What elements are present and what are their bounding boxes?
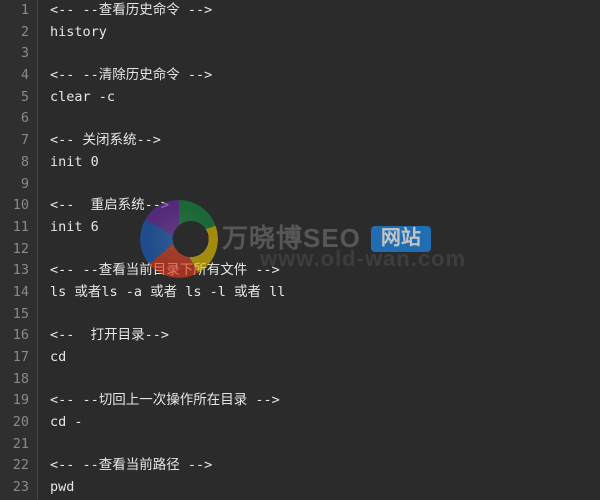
code-line[interactable]: <-- --切回上一次操作所在目录 --> [50, 390, 600, 412]
code-area[interactable]: <-- --查看历史命令 -->history<-- --清除历史命令 -->c… [38, 0, 600, 500]
code-line[interactable] [50, 239, 600, 261]
line-number: 3 [0, 43, 29, 65]
code-line[interactable]: clear -c [50, 87, 600, 109]
line-number-gutter: 1234567891011121314151617181920212223 [0, 0, 38, 500]
code-line[interactable]: <-- --查看当前路径 --> [50, 455, 600, 477]
line-number: 5 [0, 87, 29, 109]
line-number: 17 [0, 347, 29, 369]
line-number: 14 [0, 282, 29, 304]
code-line[interactable]: cd [50, 347, 600, 369]
line-number: 20 [0, 412, 29, 434]
line-number: 22 [0, 455, 29, 477]
code-line[interactable]: cd - [50, 412, 600, 434]
line-number: 7 [0, 130, 29, 152]
line-number: 4 [0, 65, 29, 87]
code-editor: 1234567891011121314151617181920212223 <-… [0, 0, 600, 500]
line-number: 18 [0, 369, 29, 391]
code-line[interactable] [50, 174, 600, 196]
code-line[interactable]: pwd [50, 477, 600, 499]
line-number: 23 [0, 477, 29, 499]
code-line[interactable]: history [50, 22, 600, 44]
line-number: 1 [0, 0, 29, 22]
code-line[interactable]: <-- --清除历史命令 --> [50, 65, 600, 87]
code-line[interactable]: ls 或者ls -a 或者 ls -l 或者 ll [50, 282, 600, 304]
code-line[interactable]: init 6 [50, 217, 600, 239]
line-number: 10 [0, 195, 29, 217]
code-line[interactable]: <-- --查看当前目录下所有文件 --> [50, 260, 600, 282]
code-line[interactable] [50, 434, 600, 456]
line-number: 6 [0, 108, 29, 130]
code-line[interactable]: <-- 打开目录--> [50, 325, 600, 347]
line-number: 8 [0, 152, 29, 174]
line-number: 15 [0, 304, 29, 326]
code-line[interactable]: <-- 关闭系统--> [50, 130, 600, 152]
code-line[interactable] [50, 304, 600, 326]
line-number: 13 [0, 260, 29, 282]
line-number: 11 [0, 217, 29, 239]
code-line[interactable] [50, 43, 600, 65]
line-number: 16 [0, 325, 29, 347]
line-number: 19 [0, 390, 29, 412]
line-number: 2 [0, 22, 29, 44]
line-number: 12 [0, 239, 29, 261]
code-line[interactable]: <-- 重启系统--> [50, 195, 600, 217]
line-number: 9 [0, 174, 29, 196]
code-line[interactable] [50, 369, 600, 391]
code-line[interactable] [50, 108, 600, 130]
code-line[interactable]: <-- --查看历史命令 --> [50, 0, 600, 22]
code-line[interactable]: init 0 [50, 152, 600, 174]
line-number: 21 [0, 434, 29, 456]
